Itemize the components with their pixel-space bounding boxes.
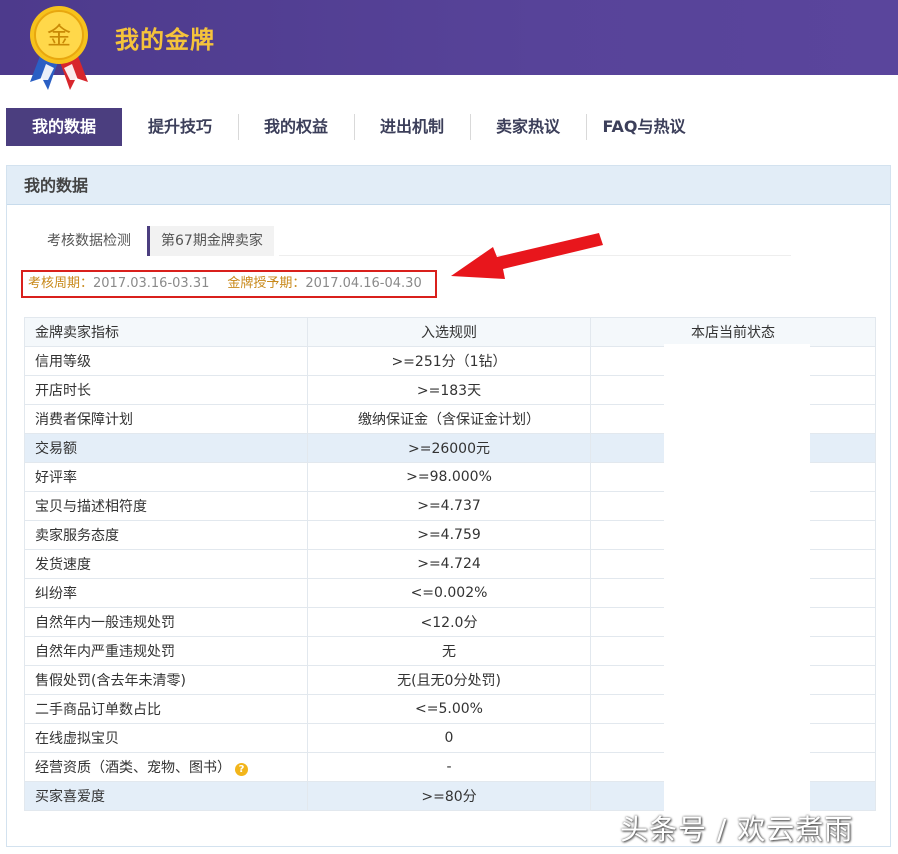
grant-period-label: 金牌授予期：	[227, 276, 306, 291]
indicator-cell: 在线虚拟宝贝	[24, 723, 308, 753]
tab-improve-skills[interactable]: 提升技巧	[122, 108, 238, 146]
indicator-cell: 开店时长	[24, 375, 308, 405]
rule-cell: >=26000元	[307, 433, 591, 463]
col-header-indicator: 金牌卖家指标	[24, 317, 308, 347]
col-header-rule: 入选规则	[307, 317, 591, 347]
rule-cell: 无(且无0分处罚)	[307, 665, 591, 695]
rule-cell: 无	[307, 636, 591, 666]
indicator-cell: 买家喜爱度	[24, 781, 308, 811]
rule-cell: <=0.002%	[307, 578, 591, 608]
tab-my-data[interactable]: 我的数据	[6, 108, 122, 146]
subtab-period-67[interactable]: 第67期金牌卖家	[147, 226, 274, 256]
indicator-cell: 信用等级	[24, 346, 308, 376]
grant-period-value: 2017.04.16-04.30	[305, 276, 422, 291]
indicator-cell: 好评率	[24, 462, 308, 492]
indicator-cell: 经营资质（酒类、宠物、图书）?	[24, 752, 308, 782]
assess-period-value: 2017.03.16-03.31	[93, 276, 210, 291]
indicator-cell: 消费者保障计划	[24, 404, 308, 434]
rule-cell: <=5.00%	[307, 694, 591, 724]
rule-cell: -	[307, 752, 591, 782]
period-info-box: 考核周期：2017.03.16-03.31 金牌授予期：2017.04.16-04…	[21, 270, 437, 298]
rule-cell: >=4.737	[307, 491, 591, 521]
page-header: 金 我的金牌	[0, 0, 898, 90]
panel-title: 我的数据	[7, 166, 890, 205]
indicator-cell: 二手商品订单数占比	[24, 694, 308, 724]
rule-cell: >=80分	[307, 781, 591, 811]
indicator-cell: 自然年内严重违规处罚	[24, 636, 308, 666]
indicator-cell: 自然年内一般违规处罚	[24, 607, 308, 637]
rule-cell: >=4.759	[307, 520, 591, 550]
indicator-cell: 宝贝与描述相符度	[24, 491, 308, 521]
rule-cell: <12.0分	[307, 607, 591, 637]
sub-tabs: 考核数据检测 第67期金牌卖家	[31, 226, 274, 256]
rule-cell: >=183天	[307, 375, 591, 405]
indicator-cell: 纠纷率	[24, 578, 308, 608]
indicator-cell: 卖家服务态度	[24, 520, 308, 550]
rule-cell: >=251分（1钻）	[307, 346, 591, 376]
tab-faq[interactable]: FAQ与热议	[586, 108, 702, 146]
red-arrow-icon	[451, 233, 603, 279]
assess-period-label: 考核周期：	[28, 276, 94, 291]
indicator-cell: 交易额	[24, 433, 308, 463]
indicator-cell: 发货速度	[24, 549, 308, 579]
main-tabs: 我的数据 提升技巧 我的权益 进出机制 卖家热议 FAQ与热议	[6, 108, 702, 146]
gold-medal-icon: 金	[30, 6, 88, 90]
rule-cell: 0	[307, 723, 591, 753]
redaction-block	[664, 344, 810, 811]
tab-entry-exit[interactable]: 进出机制	[354, 108, 470, 146]
rule-cell: >=4.724	[307, 549, 591, 579]
tab-my-rights[interactable]: 我的权益	[238, 108, 354, 146]
indicator-cell: 售假处罚(含去年未清零)	[24, 665, 308, 695]
col-header-status: 本店当前状态	[590, 317, 876, 347]
page-title: 我的金牌	[115, 26, 215, 54]
table-header-row: 金牌卖家指标 入选规则 本店当前状态	[24, 317, 876, 347]
rule-cell: >=98.000%	[307, 462, 591, 492]
svg-text:金: 金	[47, 22, 71, 50]
rule-cell: 缴纳保证金（含保证金计划）	[307, 404, 591, 434]
question-icon[interactable]: ?	[235, 763, 248, 776]
indicator-label: 经营资质（酒类、宠物、图书）	[35, 760, 231, 776]
subtab-assessment-check[interactable]: 考核数据检测	[31, 226, 147, 256]
watermark-text: 头条号 / 欢云煮雨	[620, 813, 854, 846]
tab-seller-discussion[interactable]: 卖家热议	[470, 108, 586, 146]
